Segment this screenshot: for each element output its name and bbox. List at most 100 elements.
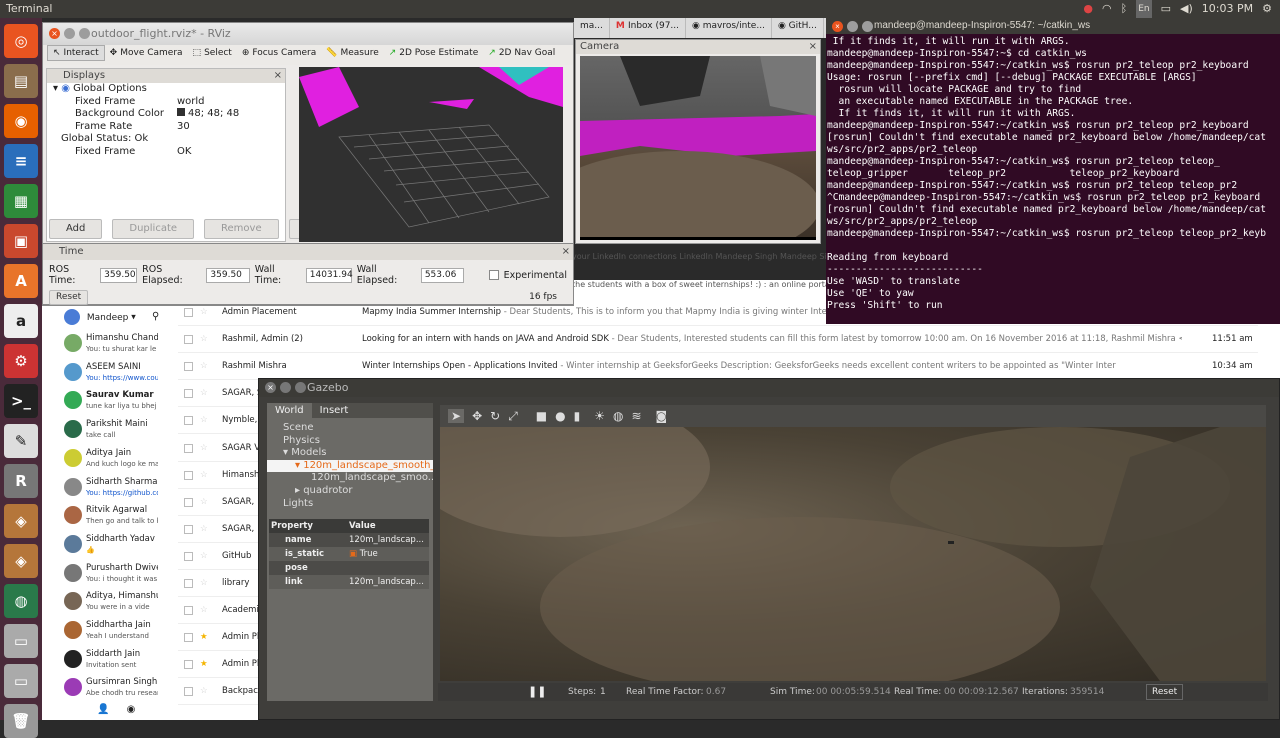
select-arrow-icon[interactable]: ➤	[448, 409, 465, 423]
star-icon[interactable]: ☆	[200, 326, 208, 353]
settings-icon[interactable]: ⚙	[4, 344, 38, 378]
ros-time-field[interactable]: 359.50	[100, 267, 138, 283]
experimental-checkbox[interactable]	[489, 270, 499, 280]
quadrotor-model[interactable]	[948, 541, 954, 544]
tool-move-camera[interactable]: ✥ Move Camera	[105, 46, 188, 60]
rotate-icon[interactable]: ↻	[490, 409, 500, 423]
gazebo-titlebar[interactable]: × Gazebo	[259, 379, 1279, 397]
chat-item[interactable]: Siddharth Yadav 👍	[62, 533, 182, 561]
property-row[interactable]: name 120m_landscap...	[269, 533, 429, 547]
terminal-window[interactable]: × mandeep@mandeep-Inspiron-5547: ~/catki…	[826, 18, 1280, 324]
point-light-icon[interactable]: ☀	[594, 409, 605, 423]
screenshot-icon[interactable]: ◙	[656, 409, 668, 423]
clock[interactable]: 10:03 PM	[1202, 0, 1253, 18]
terminal-titlebar[interactable]: × mandeep@mandeep-Inspiron-5547: ~/catki…	[826, 18, 1280, 34]
reset-button[interactable]: Reset	[1146, 684, 1184, 700]
tree-item[interactable]: Scene	[267, 422, 433, 435]
property-value-cell[interactable]	[349, 561, 427, 575]
rviz-titlebar[interactable]: × outdoor_flight.rviz* - RViz	[43, 23, 573, 45]
checkbox-icon[interactable]: ▣	[349, 549, 360, 559]
checkbox[interactable]	[184, 579, 193, 588]
checkbox[interactable]	[184, 362, 193, 372]
star-icon[interactable]: ☆	[200, 407, 208, 434]
close-icon[interactable]: ×	[49, 28, 60, 39]
person-icon[interactable]: 👤	[97, 704, 109, 715]
chevron-down-icon[interactable]: ▾	[295, 460, 303, 471]
minimize-icon[interactable]	[847, 21, 858, 32]
property-value-cell[interactable]: ▣ True	[349, 547, 427, 561]
rviz-icon[interactable]: R	[4, 464, 38, 498]
steps-field[interactable]: 1	[600, 683, 606, 701]
cylinder-icon[interactable]: ▮	[574, 409, 581, 423]
star-icon[interactable]: ☆	[200, 678, 208, 705]
property-value[interactable]: 30	[177, 121, 190, 134]
chat-item[interactable]: Aditya, Himanshu, You were in a vide	[62, 590, 182, 618]
star-icon[interactable]: ☆	[200, 570, 208, 597]
star-icon[interactable]: ☆	[200, 489, 208, 516]
files-icon[interactable]: ▤	[4, 64, 38, 98]
minimize-icon[interactable]	[64, 28, 75, 39]
mail-row[interactable]: ☆ Rashmil Mishra Winter Internships Open -…	[178, 353, 1258, 381]
star-icon[interactable]: ★	[200, 651, 208, 678]
gazebo-3d-view[interactable]	[440, 427, 1266, 681]
drive-icon[interactable]: ▭	[4, 664, 38, 698]
wall-elapsed-field[interactable]: 553.06	[420, 267, 465, 283]
checkbox[interactable]	[184, 606, 193, 616]
chat-item[interactable]: Saurav Kumar tune kar liya tu bhej c	[62, 389, 182, 417]
tool-select[interactable]: ⬚ Select	[188, 46, 237, 60]
close-icon[interactable]: ×	[562, 244, 570, 260]
close-icon[interactable]: ×	[265, 382, 276, 393]
star-icon[interactable]: ☆	[200, 516, 208, 543]
star-icon[interactable]: ☆	[200, 597, 208, 624]
property-row[interactable]: pose	[269, 561, 429, 575]
wifi-icon[interactable]: ◠	[1102, 0, 1112, 18]
checkbox[interactable]	[184, 308, 193, 317]
checkbox[interactable]	[184, 335, 193, 345]
property-row[interactable]: Frame Rate 30	[47, 121, 285, 134]
star-icon[interactable]: ☆	[200, 435, 208, 462]
checkbox[interactable]	[184, 551, 193, 561]
property-value[interactable]: OK	[177, 146, 191, 159]
star-icon[interactable]: ☆	[200, 543, 208, 570]
close-icon[interactable]: ×	[274, 69, 282, 83]
chat-item[interactable]: Ritvik Agarwal Then go and talk to ka	[62, 504, 182, 532]
trash-icon[interactable]: 🗑	[4, 704, 38, 738]
chevron-down-icon[interactable]: ▾	[283, 447, 291, 458]
volume-icon[interactable]: ◀)	[1180, 0, 1193, 18]
checkbox[interactable]	[184, 497, 193, 507]
color-swatch[interactable]	[177, 108, 185, 116]
firefox-icon[interactable]: ◉	[4, 104, 38, 138]
remove-button[interactable]: Remove	[204, 219, 279, 239]
property-row[interactable]: link 120m_landscap...	[269, 575, 429, 589]
mail-row[interactable]: ☆ Rashmil, Admin (2) Looking for an intern…	[178, 326, 1258, 354]
amazon-icon[interactable]: a	[4, 304, 38, 338]
chat-item[interactable]: Himanshu Chandn You: tu shurat kar le a	[62, 332, 182, 360]
property-value-cell[interactable]: 120m_landscap...	[349, 533, 427, 547]
tree-item[interactable]: ▾ Models	[267, 447, 433, 460]
directional-light-icon[interactable]: ≋	[631, 409, 641, 423]
software-icon[interactable]: A	[4, 264, 38, 298]
browser-tab[interactable]: ma...	[574, 18, 610, 38]
maximize-icon[interactable]	[862, 21, 873, 32]
calc-icon[interactable]: ▦	[4, 184, 38, 218]
chevron-down-icon[interactable]: ▾	[131, 313, 136, 323]
property-value-cell[interactable]: 120m_landscap...	[349, 575, 427, 589]
star-icon[interactable]: ☆	[200, 353, 208, 380]
tree-item[interactable]: ▸ quadrotor	[267, 485, 433, 498]
spot-light-icon[interactable]: ◍	[613, 409, 623, 423]
gear-icon[interactable]: ⚙	[1262, 0, 1272, 18]
tab-world[interactable]: World	[267, 403, 312, 418]
terminal-icon[interactable]: >_	[4, 384, 38, 418]
tool-focus-camera[interactable]: ⊕ Focus Camera	[237, 46, 321, 60]
property-row[interactable]: is_static ▣ True	[269, 547, 429, 561]
impress-icon[interactable]: ▣	[4, 224, 38, 258]
writer-icon[interactable]: ≡	[4, 144, 38, 178]
checkbox[interactable]	[184, 660, 193, 670]
editor-icon[interactable]: ✎	[4, 424, 38, 458]
checkbox[interactable]	[184, 524, 193, 534]
browser-tab[interactable]: M Inbox (97...	[610, 18, 687, 38]
property-row[interactable]: Fixed Frame OK	[47, 146, 285, 159]
package-icon[interactable]: ◈	[4, 544, 38, 578]
property-row[interactable]: Fixed Frame world	[47, 96, 285, 109]
tree-item[interactable]: Physics	[267, 435, 433, 448]
